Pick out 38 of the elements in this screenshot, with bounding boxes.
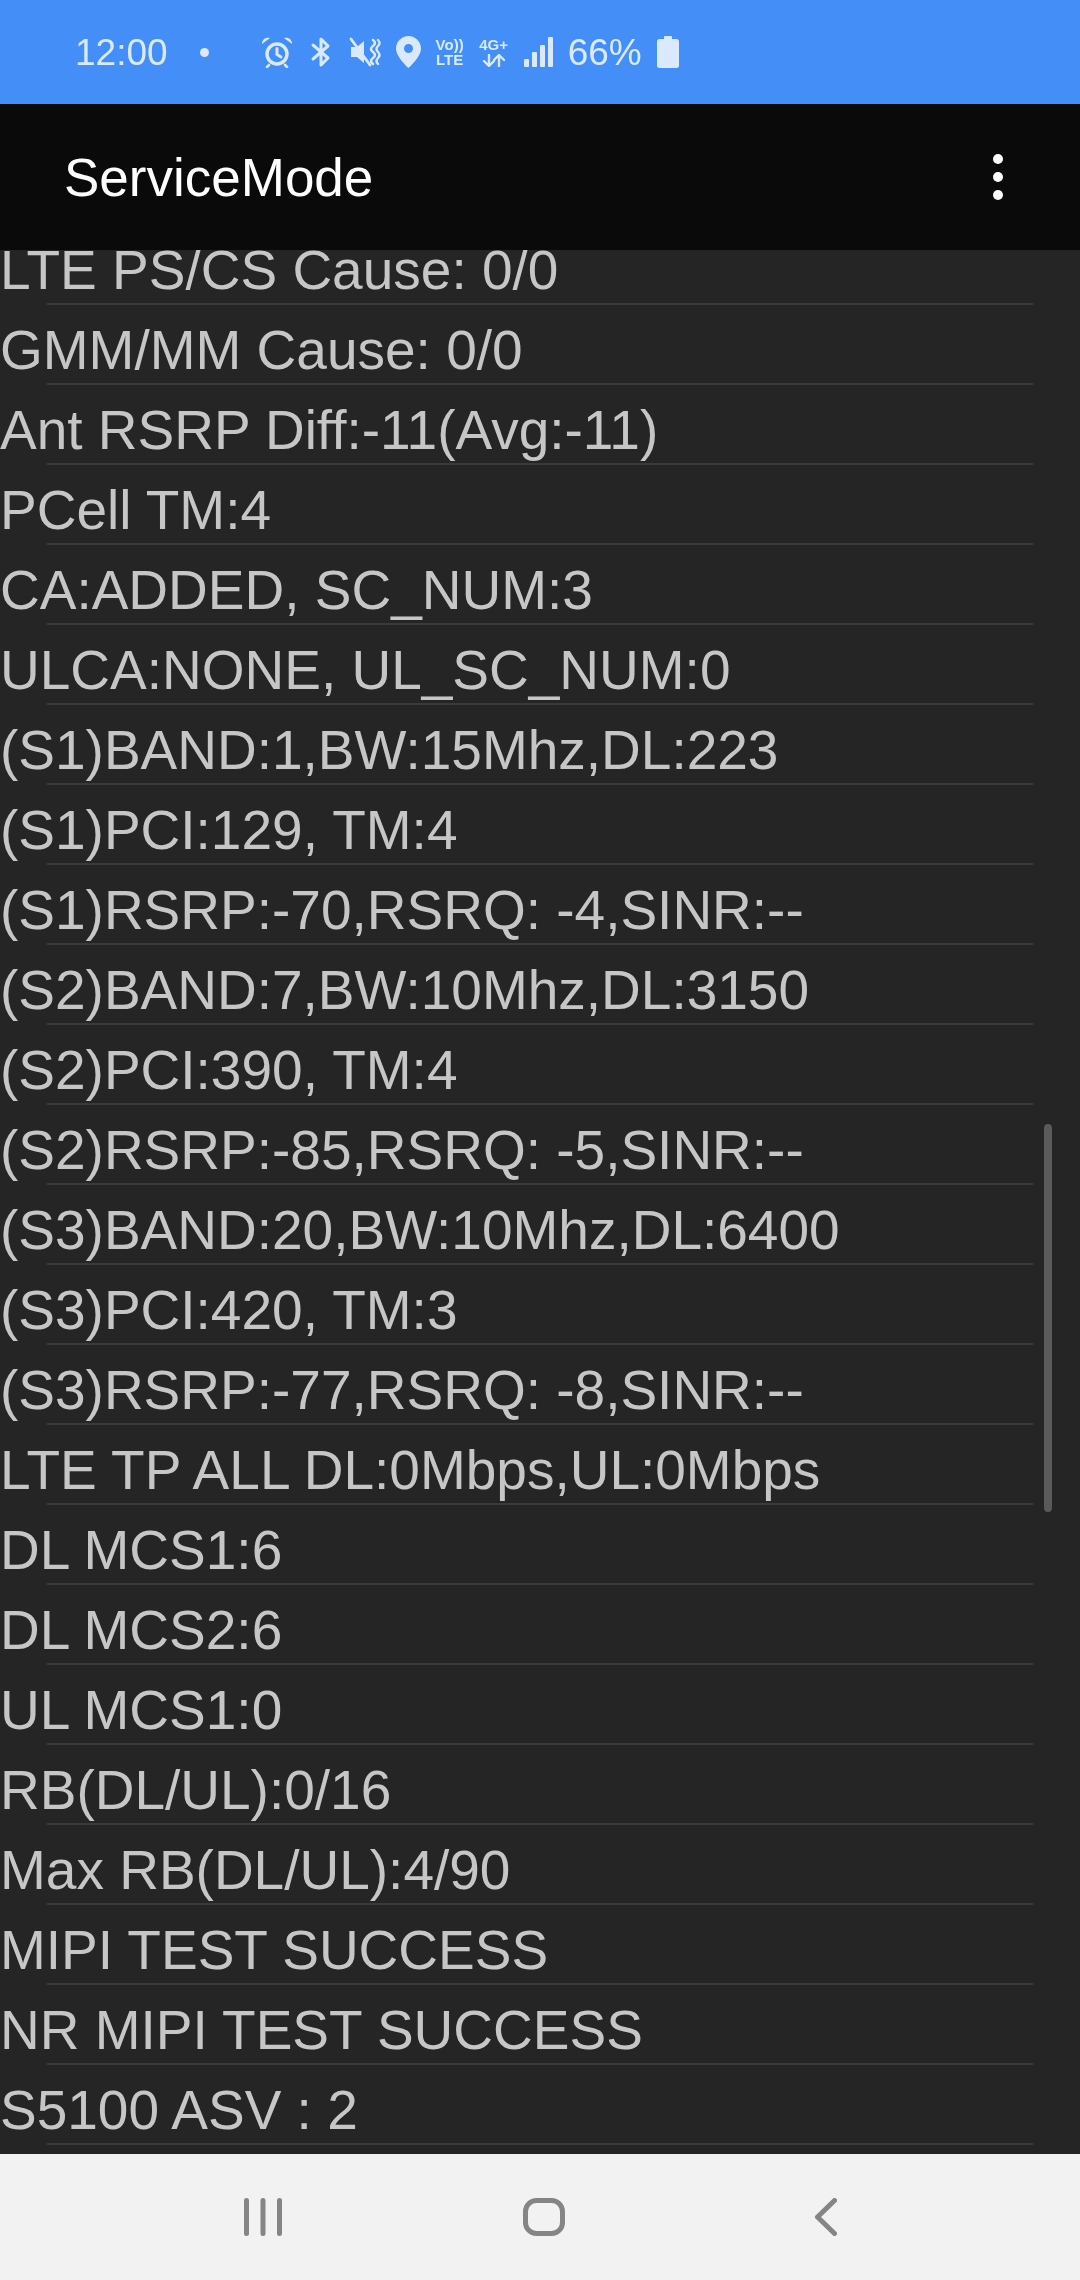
info-line: (S3)PCI:420, TM:3 xyxy=(0,1278,458,1343)
info-line: (S2)RSRP:-85,RSRQ: -5,SINR:-- xyxy=(0,1118,804,1183)
info-line: DL MCS1:6 xyxy=(0,1518,283,1583)
info-line: UL MCS1:0 xyxy=(0,1678,283,1743)
info-line: (S1)PCI:129, TM:4 xyxy=(0,798,458,863)
info-line: (S1)BAND:1,BW:15Mhz,DL:223 xyxy=(0,718,779,783)
app-title: ServiceMode xyxy=(64,150,374,204)
info-line: (S2)BAND:7,BW:10Mhz,DL:3150 xyxy=(0,958,810,1023)
info-line: GMM/MM Cause: 0/0 xyxy=(0,318,523,383)
battery-icon xyxy=(656,36,679,68)
info-line: Max RB(DL/UL):4/90 xyxy=(0,1838,511,1903)
home-icon[interactable] xyxy=(523,2198,565,2236)
location-pin-icon xyxy=(395,36,421,68)
info-line: (S3)BAND:20,BW:10Mhz,DL:6400 xyxy=(0,1198,840,1263)
info-line: LTE TP ALL DL:0Mbps,UL:0Mbps xyxy=(0,1438,821,1503)
network-type-label: 4G+ xyxy=(479,37,509,52)
recent-apps-icon[interactable] xyxy=(244,2198,282,2236)
alarm-clock-icon xyxy=(260,36,293,68)
more-options-icon[interactable] xyxy=(993,154,1003,200)
vibrate-mute-icon xyxy=(348,37,381,67)
info-line: DL MCS2:6 xyxy=(0,1598,283,1663)
info-line: (S1)RSRP:-70,RSRQ: -4,SINR:-- xyxy=(0,878,804,943)
info-line: (S2)PCI:390, TM:4 xyxy=(0,1038,458,1103)
info-line: CA:ADDED, SC_NUM:3 xyxy=(0,558,593,623)
info-line: ULCA:NONE, UL_SC_NUM:0 xyxy=(0,638,731,703)
signal-bars-icon xyxy=(523,37,553,67)
info-line: Ant RSRP Diff:-11(Avg:-11) xyxy=(0,398,659,463)
back-icon[interactable] xyxy=(815,2198,837,2236)
info-line: S5100 ASV : 2 xyxy=(0,2078,358,2143)
info-line: PCell TM:4 xyxy=(0,478,271,543)
notification-dot-icon xyxy=(199,47,209,57)
info-line: (S3)RSRP:-77,RSRQ: -8,SINR:-- xyxy=(0,1358,804,1423)
info-line: NR MIPI TEST SUCCESS xyxy=(0,1998,643,2063)
info-line: RB(DL/UL):0/16 xyxy=(0,1758,392,1823)
clock-time: 12:00 xyxy=(75,33,168,71)
battery-percentage: 66% xyxy=(567,33,642,71)
volte-indicator: Vo)) LTE xyxy=(435,37,464,67)
info-line: MIPI TEST SUCCESS xyxy=(0,1918,549,1983)
